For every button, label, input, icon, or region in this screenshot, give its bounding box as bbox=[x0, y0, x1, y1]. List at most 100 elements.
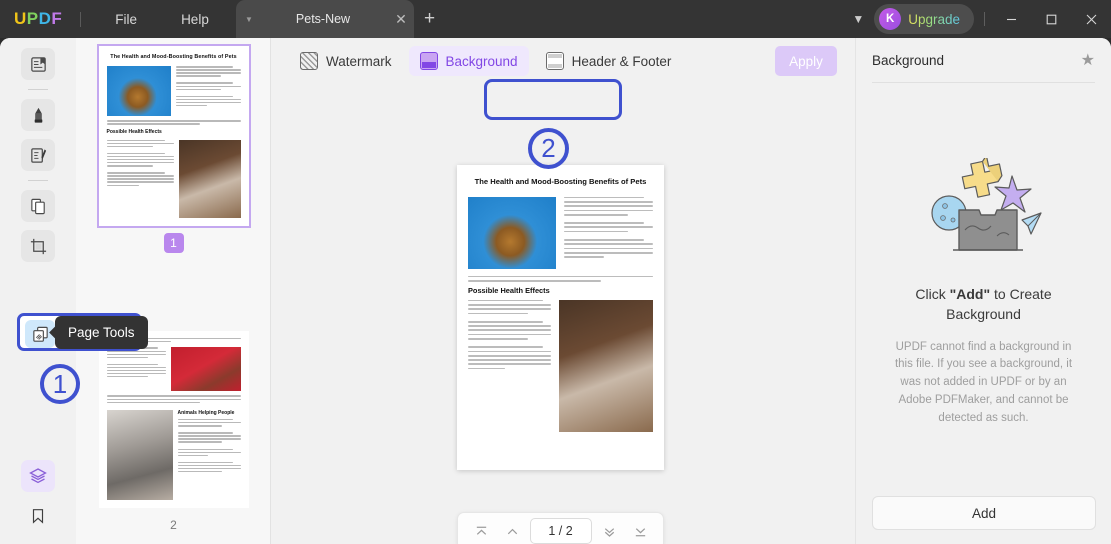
titlebar-right: ▼ K Upgrade bbox=[842, 0, 1111, 38]
app-window: U P D F File Help ▼ Pets-New ✕ + ▼ K Upg… bbox=[0, 0, 1111, 544]
highlighter-pen-icon bbox=[34, 107, 42, 123]
thumb2-quote bbox=[106, 395, 241, 404]
background-tab-highlight-ring bbox=[484, 79, 622, 120]
thumbnail-page-2-number: 2 bbox=[170, 518, 177, 533]
rail-divider bbox=[28, 180, 48, 181]
upgrade-button[interactable]: K Upgrade bbox=[874, 4, 974, 34]
document-tab-title: Pets-New bbox=[295, 12, 351, 26]
chevron-down-icon[interactable]: ▼ bbox=[240, 15, 258, 24]
main-shell: Page Tools 1 2 The Health and Mood-Boost… bbox=[0, 38, 1111, 544]
thumb2-text-block-2: Animals Helping People bbox=[177, 410, 241, 500]
next-page-icon[interactable] bbox=[596, 518, 623, 544]
left-tool-rail bbox=[0, 38, 76, 544]
logo-letter-f: F bbox=[51, 9, 63, 28]
watermark-icon bbox=[300, 52, 318, 70]
thumb1-heading: Possible Health Effects bbox=[106, 128, 162, 135]
document-paragraph bbox=[468, 275, 653, 282]
layers-stack-icon bbox=[29, 468, 47, 484]
sidebar-item-organize[interactable] bbox=[21, 190, 55, 222]
empty-state-body: UPDF cannot find a background in this fi… bbox=[894, 340, 1073, 424]
updf-logo: U P D F bbox=[14, 9, 62, 29]
minimize-icon[interactable] bbox=[991, 0, 1031, 38]
book-reader-icon bbox=[30, 56, 46, 72]
window-divider bbox=[984, 12, 985, 26]
bookmark-icon bbox=[32, 509, 44, 524]
thumb1-text-block-2 bbox=[106, 139, 174, 218]
close-icon[interactable] bbox=[1071, 0, 1111, 38]
background-icon bbox=[419, 52, 438, 70]
last-page-icon[interactable] bbox=[627, 518, 654, 544]
plus-icon[interactable]: + bbox=[424, 8, 435, 38]
right-panel-divider bbox=[872, 82, 1095, 83]
star-icon[interactable]: ★ bbox=[1081, 50, 1095, 70]
thumbnail-page-1[interactable]: The Health and Mood-Boosting Benefits of… bbox=[76, 44, 270, 253]
logo-letter-d: D bbox=[38, 9, 52, 28]
empty-state: Click "Add" to Create Background UPDF ca… bbox=[856, 158, 1111, 428]
document-page-preview[interactable]: The Health and Mood-Boosting Benefits of… bbox=[457, 165, 664, 470]
title-bar: U P D F File Help ▼ Pets-New ✕ + ▼ K Upg… bbox=[0, 0, 1111, 38]
page-number-input[interactable]: 1 / 2 bbox=[529, 518, 592, 544]
crop-icon bbox=[30, 238, 46, 254]
sidebar-item-edit[interactable] bbox=[21, 139, 55, 171]
document-dog-photo bbox=[559, 299, 653, 432]
document-tab[interactable]: ▼ Pets-New ✕ bbox=[236, 0, 414, 38]
right-panel-header: Background ★ bbox=[856, 38, 1111, 82]
maximize-icon[interactable] bbox=[1031, 0, 1071, 38]
tab-background[interactable]: Background bbox=[408, 46, 529, 76]
document-text-block-1 bbox=[564, 196, 653, 269]
logo-letter-u: U bbox=[14, 9, 27, 28]
thumbnail-panel[interactable]: The Health and Mood-Boosting Benefits of… bbox=[76, 38, 271, 544]
empty-state-heading: Click "Add" to Create Background bbox=[884, 284, 1084, 325]
close-icon[interactable]: ✕ bbox=[388, 11, 414, 28]
empty-box-illustration bbox=[930, 158, 1042, 251]
header-footer-icon bbox=[545, 52, 564, 70]
thumb2-text-block bbox=[106, 347, 166, 391]
tab-header-footer[interactable]: Header & Footer bbox=[535, 46, 683, 76]
thumbnail-page-2-image[interactable]: Animals Helping People bbox=[98, 331, 249, 509]
tab-watermark-label: Watermark bbox=[326, 53, 392, 69]
sidebar-item-bookmark[interactable] bbox=[21, 500, 55, 532]
thumb2-heading: Animals Helping People bbox=[177, 410, 235, 417]
feature-toolbar: Watermark Background Header & Footer App… bbox=[271, 38, 855, 84]
menu-help[interactable]: Help bbox=[167, 7, 223, 32]
page-navigation-bar[interactable]: 1 / 2 bbox=[457, 512, 664, 544]
tab-strip: ▼ Pets-New ✕ + bbox=[236, 0, 435, 38]
titlebar-divider bbox=[80, 11, 82, 27]
menu-file[interactable]: File bbox=[101, 7, 151, 32]
logo-letter-p: P bbox=[26, 9, 39, 28]
previous-page-icon[interactable] bbox=[499, 518, 526, 544]
center-area: Watermark Background Header & Footer App… bbox=[271, 38, 855, 544]
document-cat-photo bbox=[468, 196, 556, 269]
document-heading-1: Possible Health Effects bbox=[468, 285, 550, 295]
sidebar-item-annotate[interactable] bbox=[21, 99, 55, 131]
document-title: The Health and Mood-Boosting Benefits of… bbox=[474, 177, 647, 186]
empty-heading-pre: Click bbox=[915, 286, 950, 302]
edit-document-icon bbox=[30, 147, 46, 163]
thumbnail-page-1-image[interactable]: The Health and Mood-Boosting Benefits of… bbox=[96, 44, 251, 228]
chevron-down-icon[interactable]: ▼ bbox=[842, 12, 874, 26]
thumb1-dog-photo bbox=[178, 139, 241, 218]
rail-divider bbox=[28, 89, 48, 90]
sidebar-item-layers[interactable] bbox=[21, 460, 55, 492]
pages-copy-icon bbox=[30, 198, 45, 214]
add-background-button[interactable]: Add bbox=[872, 496, 1096, 530]
tab-watermark[interactable]: Watermark bbox=[289, 46, 403, 76]
right-panel-title: Background bbox=[872, 52, 945, 68]
sidebar-item-reader[interactable] bbox=[21, 48, 55, 80]
empty-heading-bold: "Add" bbox=[949, 286, 991, 302]
thumbnail-page-2[interactable]: Animals Helping People 2 bbox=[76, 331, 270, 535]
tab-header-footer-label: Header & Footer bbox=[571, 53, 672, 69]
first-page-icon[interactable] bbox=[468, 518, 495, 544]
thumbnail-page-1-number: 1 bbox=[163, 232, 184, 253]
callout-marker-2: 2 bbox=[528, 128, 569, 169]
thumb1-cat-photo bbox=[106, 66, 171, 117]
apply-button[interactable]: Apply bbox=[775, 46, 837, 76]
thumb1-paragraph bbox=[106, 120, 241, 125]
thumb1-text-block bbox=[175, 66, 241, 116]
right-panel: Background ★ Click "Add" to Create Backg… bbox=[855, 38, 1111, 544]
callout-marker-1: 1 bbox=[40, 364, 80, 404]
sidebar-item-crop[interactable] bbox=[21, 230, 55, 262]
upgrade-label: Upgrade bbox=[908, 11, 960, 27]
page-tools-tooltip: Page Tools bbox=[55, 316, 148, 349]
thumb2-cat-photo bbox=[106, 410, 173, 501]
